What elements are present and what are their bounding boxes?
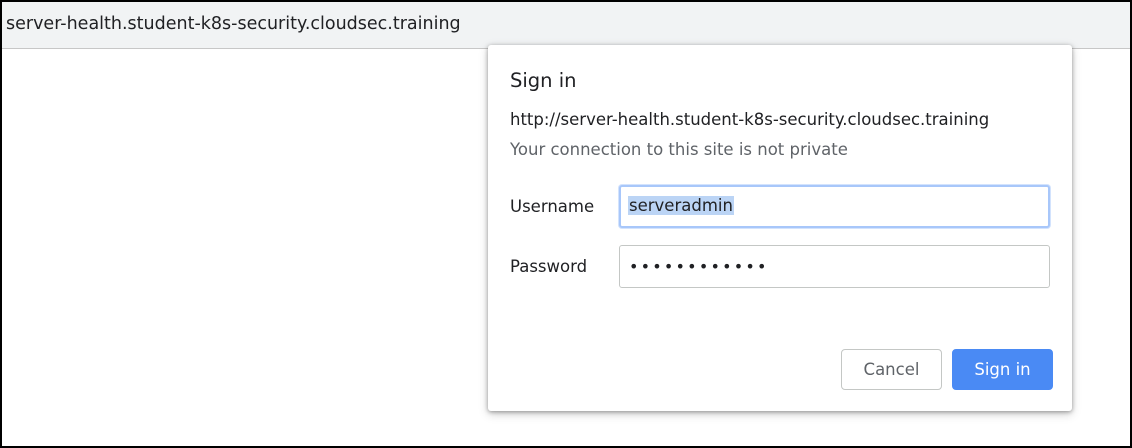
password-mask[interactable]: •••••••••••• — [629, 257, 769, 276]
connection-warning: Your connection to this site is not priv… — [510, 140, 848, 159]
dialog-site-url: http://server-health.student-k8s-securit… — [510, 110, 990, 129]
dialog-title: Sign in — [510, 69, 577, 92]
address-url[interactable]: server-health.student-k8s-security.cloud… — [6, 14, 461, 34]
sign-in-button[interactable]: Sign in — [952, 349, 1053, 390]
username-label: Username — [510, 197, 595, 216]
username-field[interactable]: serveradmin — [619, 185, 1050, 228]
sign-in-dialog: Sign in http://server-health.student-k8s… — [488, 45, 1072, 411]
password-field[interactable]: •••••••••••• — [619, 245, 1050, 288]
cancel-button[interactable]: Cancel — [841, 349, 942, 390]
browser-window: server-health.student-k8s-security.cloud… — [0, 0, 1132, 448]
password-label: Password — [510, 257, 588, 276]
address-bar[interactable]: server-health.student-k8s-security.cloud… — [2, 2, 1130, 49]
username-value[interactable]: serveradmin — [628, 196, 734, 215]
